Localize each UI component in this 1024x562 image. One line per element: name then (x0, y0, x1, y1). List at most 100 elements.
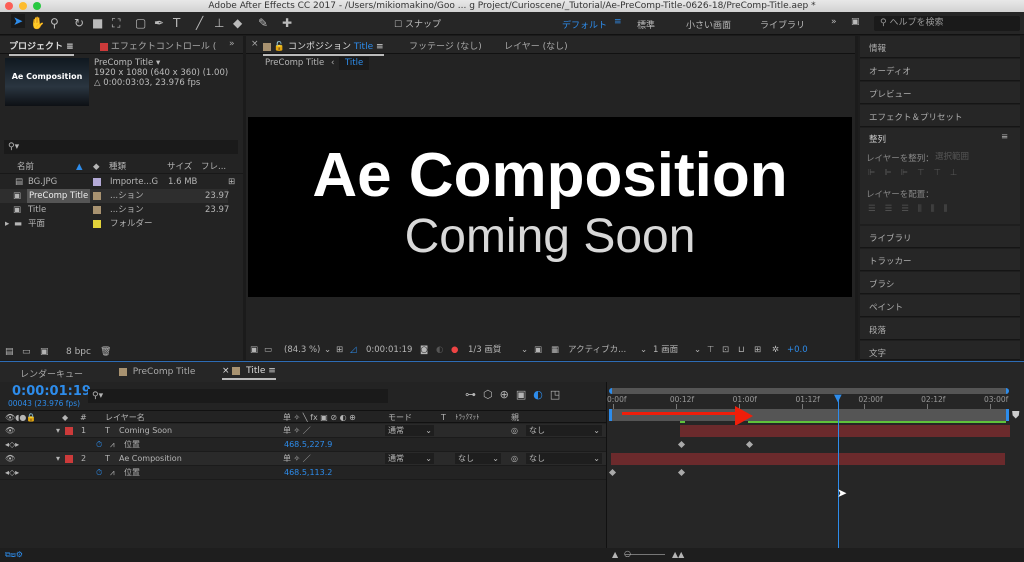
property-row[interactable]: ◂◇▸ ⏱ ⩘ 位置 468.5,113.2 (0, 466, 606, 480)
layer-row[interactable]: 👁 ▾ 1 T Coming Soon 单 ✧ ／ 通常 ⌄ ◎ なし ⌄ (0, 424, 606, 438)
zoom-slider-handle[interactable]: ○ (624, 547, 631, 561)
selection-tool-icon[interactable]: ➤ (11, 14, 26, 28)
keyframe[interactable] (608, 468, 617, 477)
tab-project[interactable]: プロジェクト ≡ (9, 39, 74, 56)
motion-blur-icon[interactable]: ◐ (533, 388, 550, 401)
parent-select[interactable]: なし ⌄ (526, 425, 602, 436)
stopwatch-icon[interactable]: ⏱ (96, 466, 102, 480)
workspace-small-screen[interactable]: 小さい画面 (686, 18, 731, 31)
graph-icon[interactable]: ⩘ (110, 438, 115, 452)
mask-visibility-icon[interactable]: ◿ (350, 340, 357, 360)
zoom-window-button[interactable] (33, 2, 41, 10)
panel-tracker[interactable]: トラッカー (860, 249, 1020, 271)
playhead[interactable] (837, 400, 839, 548)
project-item[interactable]: ▤ BG.JPG Importe...G 1.6 MB ⊞ (0, 175, 243, 189)
label-color[interactable] (93, 178, 101, 186)
label-tag-icon[interactable]: ◆ (93, 160, 100, 174)
zoom-out-icon[interactable]: ▲ (612, 548, 618, 562)
graph-editor-icon[interactable]: ◳ (550, 388, 567, 401)
panel-paint[interactable]: ペイント (860, 295, 1020, 317)
frame-blending-icon[interactable]: ▣ (516, 388, 533, 401)
region-of-interest-icon[interactable]: ▣ (534, 340, 542, 360)
layer-row[interactable]: 👁 ▾ 2 T Ae Composition 单 ✧ ／ 通常 ⌄ なし ⌄ ◎… (0, 452, 606, 466)
comp-marker-bin-icon[interactable]: ⛊ (1012, 410, 1020, 421)
help-search-input[interactable]: ⚲ ヘルプを検索 (874, 16, 1020, 31)
panel-brushes[interactable]: ブラシ (860, 272, 1020, 294)
panel-overflow-icon[interactable]: » (229, 39, 235, 49)
panel-menu-icon[interactable]: ≡ (1001, 132, 1008, 142)
draft-3d-icon[interactable]: ⬡ (483, 388, 500, 401)
col-name[interactable]: 名前 (17, 160, 34, 174)
tab-composition[interactable]: 🔓 コンポジション Title ≡ (263, 39, 384, 56)
zoom-slider[interactable] (625, 554, 665, 555)
expand-twirl-icon[interactable]: ▾ (56, 424, 60, 438)
graph-icon[interactable]: ⩘ (110, 466, 115, 480)
tab-precomp-title[interactable]: PreComp Title (119, 367, 195, 377)
visibility-eye-icon[interactable]: 👁 (5, 452, 15, 466)
layer-name[interactable]: Coming Soon (119, 424, 172, 438)
tab-render-queue[interactable]: レンダーキュー (20, 367, 83, 380)
position-value[interactable]: 468.5,227.9 (284, 438, 332, 452)
chevron-down-icon[interactable]: ⌄ (694, 340, 701, 360)
toggle-pixel-aspect-icon[interactable]: ⊤ (707, 340, 714, 360)
timeline-current-time[interactable]: 0:00:01:19 (12, 384, 91, 399)
breadcrumb-title[interactable]: Title (339, 57, 370, 70)
col-type[interactable]: 種類 (109, 160, 126, 174)
minimize-window-button[interactable] (19, 2, 27, 10)
item-name[interactable]: PreComp Title ▾ (94, 58, 228, 68)
parent-select[interactable]: なし ⌄ (526, 453, 602, 464)
current-time[interactable]: 0:00:01:19 (366, 340, 412, 360)
panel-paragraph[interactable]: 段落 (860, 318, 1020, 340)
time-navigator[interactable] (609, 388, 1009, 394)
bit-depth[interactable]: 8 bpc (66, 344, 91, 360)
distribute-buttons[interactable]: ☰☰☰⫼⫼⫼ (868, 204, 957, 214)
timeline-search-input[interactable]: ⚲▾ (88, 389, 388, 403)
zoom-tool-icon[interactable]: ⚲ (50, 16, 59, 30)
project-search-input[interactable]: ⚲▾ (4, 140, 238, 154)
expand-triangle-icon[interactable]: ▸ (5, 217, 9, 231)
keyframe-navigator[interactable]: ◂◇▸ (5, 438, 19, 452)
workspace-menu-icon[interactable]: ≡ (614, 17, 622, 27)
camera-tool-icon[interactable]: ■ (92, 16, 103, 30)
pick-whip-icon[interactable]: ◎ (511, 452, 518, 466)
panel-character[interactable]: 文字 (860, 341, 1020, 360)
visibility-eye-icon[interactable]: 👁 (5, 424, 15, 438)
flowchart-icon[interactable]: ⊞ (228, 175, 235, 189)
channel-icon[interactable]: ● (451, 340, 458, 360)
keyframe[interactable] (677, 440, 686, 449)
pen-tool-icon[interactable]: ✒ (154, 16, 164, 30)
track-matte-select[interactable]: なし ⌄ (455, 453, 501, 464)
view-layout-select[interactable]: 1 画面 (653, 340, 678, 360)
workspace-library[interactable]: ライブラリ (760, 18, 805, 31)
tab-layer[interactable]: レイヤー (なし) (504, 39, 568, 52)
breadcrumb-precomp-title[interactable]: PreComp Title (265, 55, 324, 72)
more-workspaces-icon[interactable]: » (831, 17, 837, 27)
project-item[interactable]: ▣ Title ...ション 23.97 (0, 203, 243, 217)
composition-flowchart-icon[interactable]: ⊶ (465, 388, 483, 401)
tab-footage[interactable]: フッテージ (なし) (409, 39, 482, 52)
layer-bar-ae-composition[interactable] (611, 453, 1005, 465)
label-color[interactable] (65, 427, 73, 435)
snap-checkbox[interactable]: ☐ スナップ (394, 17, 441, 30)
label-color[interactable] (93, 220, 101, 228)
magnification-select[interactable]: (84.3 %) (284, 340, 320, 360)
layer-bar-coming-soon[interactable] (680, 425, 1010, 437)
layer-switches[interactable]: 单 ✧ ／ (283, 424, 311, 438)
pan-behind-tool-icon[interactable]: ⛶ (112, 16, 120, 31)
new-composition-icon[interactable]: ▣ (40, 344, 49, 360)
mode-select[interactable]: 通常 ⌄ (385, 453, 434, 464)
reset-exposure-icon[interactable]: ✲ (772, 340, 779, 360)
resolution-select[interactable]: 1/3 画質 (468, 340, 501, 360)
interpret-footage-icon[interactable]: ▤ (5, 344, 14, 360)
camera-select[interactable]: アクティブカ... (568, 340, 626, 360)
close-window-button[interactable] (5, 2, 13, 10)
label-color[interactable] (93, 192, 101, 200)
composition-viewer[interactable]: Ae Composition Coming Soon (248, 117, 852, 297)
pick-whip-icon[interactable]: ◎ (511, 424, 518, 438)
expand-twirl-icon[interactable]: ▾ (56, 452, 60, 466)
keyframe[interactable] (677, 468, 686, 477)
layer-switches[interactable]: 单 ✧ ／ (283, 452, 311, 466)
panel-preview[interactable]: プレビュー (860, 82, 1020, 104)
eraser-tool-icon[interactable]: ◆ (233, 16, 242, 30)
show-snapshot-icon[interactable]: ◐ (436, 340, 443, 360)
